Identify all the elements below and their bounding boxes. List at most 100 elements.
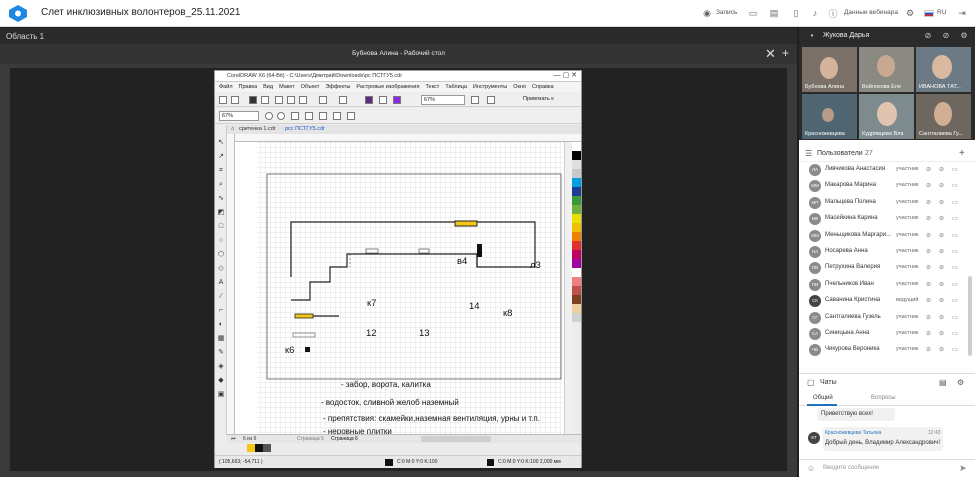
palette-swatch[interactable] [572,250,581,259]
more-icon[interactable]: ▭ [952,346,958,353]
webinar-data-label[interactable]: Данные вебинара [844,9,898,16]
zoom-out-icon[interactable] [277,112,285,120]
palette-swatch[interactable] [572,232,581,241]
interactive-fill-icon[interactable]: ▣ [217,391,225,399]
palette-swatch[interactable] [572,178,581,187]
tab-general[interactable]: Общий [813,395,833,401]
connector-tool-icon[interactable]: ⌐ [217,307,225,315]
video-tile[interactable]: Бубнова Алина [802,47,857,92]
flag-icon[interactable] [922,6,936,20]
mic-off-icon[interactable]: ⊘ [926,166,931,173]
more-icon[interactable]: ▭ [952,182,958,189]
rectangle-tool-icon[interactable]: □ [217,223,225,231]
doc-tab-2[interactable]: рсс ПСТГУ5.cdr [285,126,325,132]
user-row[interactable]: ММ Меньщикова Маргари... участник ⊘ ⊘ ▭ [799,228,967,244]
chat-input[interactable]: ☺ Введите сообщение ➤ [799,459,975,477]
video-tile[interactable]: ИВАНОВА ТАТ... [916,47,971,92]
user-row[interactable]: СГ Сантгалиева Гузель участник ⊘ ⊘ ▭ [799,310,967,326]
video-tile[interactable]: Сантгалиева Гу... [916,94,971,139]
mic-off-icon[interactable]: ⊘ [926,199,931,206]
freehand-tool-icon[interactable]: ∿ [217,195,225,203]
more-icon[interactable]: ▭ [952,215,958,222]
rulers-icon[interactable] [487,96,495,104]
vertical-scrollbar[interactable] [564,142,572,434]
record-label[interactable]: Запись [716,9,737,16]
mic-icon[interactable]: ♪ [808,6,822,20]
more-icon[interactable]: ▭ [952,199,958,206]
folder-icon[interactable]: ▯ [789,6,803,20]
pick-tool-icon[interactable]: ↖ [217,139,225,147]
video-tile[interactable]: Войлокова Еле [859,47,914,92]
mic-off-icon[interactable]: ⊘ [926,264,931,271]
mic-off-icon[interactable]: ⊘ [926,330,931,337]
app-logo[interactable] [9,5,27,22]
swatch-black[interactable] [255,444,263,452]
mic-off-icon[interactable]: ⊘ [926,215,931,222]
fullscreen-icon[interactable] [471,96,479,104]
gear-icon[interactable]: ⚙ [903,6,917,20]
menu-table[interactable]: Таблица [445,82,467,92]
user-row[interactable]: ПВ Петрухина Валерия участник ⊘ ⊘ ▭ [799,260,967,276]
dimension-tool-icon[interactable]: ∕ [217,293,225,301]
page-tab-5[interactable]: Страница 5 [297,436,324,442]
horizontal-scrollbar[interactable] [421,436,491,442]
menu-help[interactable]: Справка [532,82,554,92]
palette-swatch[interactable] [572,151,581,160]
palette-swatch[interactable] [572,259,581,268]
users-scrollbar[interactable] [968,276,972,356]
record-icon[interactable]: ◉ [700,6,714,20]
color-palette[interactable] [572,142,581,434]
add-user-icon[interactable]: + [959,148,965,159]
polygon-tool-icon[interactable]: ⬡ [217,251,225,259]
video-tile[interactable]: Красножевцева [802,94,857,139]
menu-layout[interactable]: Макет [279,82,295,92]
document-palette[interactable] [227,443,581,453]
user-row[interactable]: ЧВ Чикурова Вероника участник ⊘ ⊘ ▭ [799,342,967,358]
zoom-selected-icon[interactable] [291,112,299,120]
more-icon[interactable]: ▭ [952,248,958,255]
menu-file[interactable]: Файл [219,82,233,92]
palette-swatch[interactable] [572,223,581,232]
open-icon[interactable] [231,96,239,104]
zoom-in-icon[interactable] [265,112,273,120]
close-icon[interactable]: ✕ [765,46,776,62]
basic-shapes-icon[interactable]: ◇ [217,265,225,273]
emoji-icon[interactable]: ☺ [807,464,815,473]
ellipse-tool-icon[interactable]: ○ [217,237,225,245]
palette-swatch[interactable] [572,277,581,286]
tab-questions[interactable]: Вопросы [871,395,896,401]
copy-icon[interactable] [287,96,295,104]
palette-swatch[interactable] [572,142,581,151]
cam-off-icon[interactable]: ⊘ [939,346,944,353]
cam-off-icon[interactable]: ⊘ [939,166,944,173]
user-row[interactable]: ЛА Ливчикова Анастасия участник ⊘ ⊘ ▭ [799,162,967,178]
mic-off-icon[interactable]: ⊘ [926,297,931,304]
mic-off-icon[interactable]: ⊘ [926,248,931,255]
mic-off-icon[interactable]: ⊘ [926,232,931,239]
exit-icon[interactable]: ⇥ [955,6,969,20]
users-header[interactable]: ☰ Пользователи 27 + [799,146,975,162]
snap-to-dropdown[interactable]: Привязать к [521,95,563,103]
undo-icon[interactable] [319,96,327,104]
smart-fill-icon[interactable]: ◩ [217,209,225,217]
more-icon[interactable]: ▭ [952,297,958,304]
cam-off-icon[interactable]: ⊘ [939,232,944,239]
mic-off-icon[interactable]: ⊘ [926,314,931,321]
cam-off-icon[interactable]: ⊘ [939,199,944,206]
outline-tool-icon[interactable]: ◈ [217,363,225,371]
user-row[interactable]: МК Масейкина Карина участник ⊘ ⊘ ▭ [799,211,967,227]
zoom-page-icon[interactable] [319,112,327,120]
user-row[interactable]: СК Саванина Кристина ведущий ⊘ ⊘ ▭ [799,293,967,309]
drawing-canvas[interactable]: в4 л3 к7 14 к8 12 13 к6 - забор, ворота,… [235,142,572,436]
swatch-gray[interactable] [263,444,271,452]
mic-off-icon[interactable]: ⊘ [926,346,931,353]
screen-icon[interactable]: ▭ [746,6,760,20]
new-icon[interactable] [219,96,227,104]
redo-icon[interactable] [339,96,347,104]
cam-off-icon[interactable]: ⊘ [939,330,944,337]
palette-swatch[interactable] [572,268,581,277]
print-icon[interactable] [261,96,269,104]
user-row[interactable]: МП Мальцева Полина участник ⊘ ⊘ ▭ [799,195,967,211]
cam-off-icon[interactable]: ⊘ [941,31,951,41]
more-icon[interactable]: ▭ [952,330,958,337]
